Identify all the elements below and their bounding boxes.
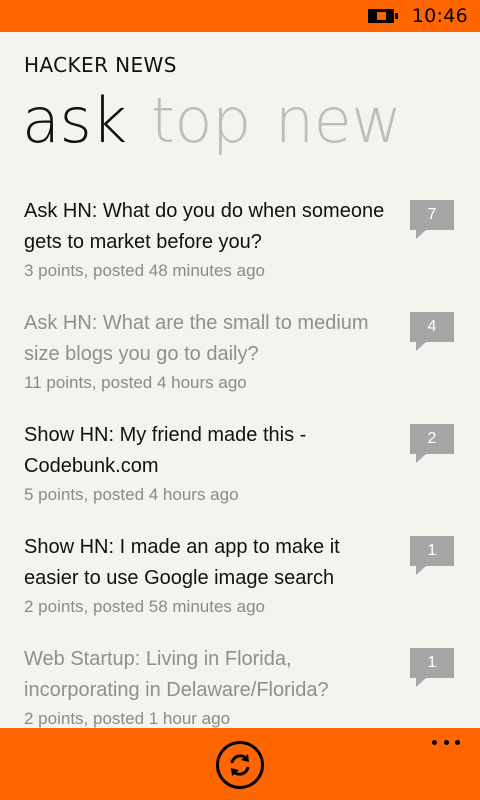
ellipsis-icon[interactable]: [432, 740, 460, 748]
comment-count-badge[interactable]: 1: [410, 648, 454, 687]
tab-ask[interactable]: ask: [22, 90, 127, 152]
story-meta: 11 points, posted 4 hours ago: [24, 373, 247, 392]
list-item[interactable]: Show HN: My friend made this - Codebunk.…: [0, 420, 480, 532]
list-item[interactable]: Ask HN: What do you do when someone gets…: [0, 196, 480, 308]
comment-count-badge[interactable]: 4: [410, 312, 454, 351]
refresh-icon: [230, 754, 250, 776]
comment-count-badge[interactable]: 7: [410, 200, 454, 239]
story-title[interactable]: Show HN: I made an app to make it easier…: [24, 532, 390, 594]
story-meta: 5 points, posted 4 hours ago: [24, 485, 239, 504]
list-item[interactable]: Web Startup: Living in Florida, incorpor…: [0, 644, 480, 728]
story-list[interactable]: Ask HN: What do you do when someone gets…: [0, 196, 480, 728]
comment-count-badge[interactable]: 1: [410, 536, 454, 575]
status-bar: 10:46: [0, 0, 480, 32]
story-meta: 2 points, posted 1 hour ago: [24, 709, 231, 728]
tab-new[interactable]: new: [275, 90, 402, 152]
list-item[interactable]: Ask HN: What are the small to medium siz…: [0, 308, 480, 420]
list-item[interactable]: Show HN: I made an app to make it easier…: [0, 532, 480, 644]
story-title[interactable]: Web Startup: Living in Florida, incorpor…: [24, 644, 390, 706]
app-title: HACKER NEWS: [24, 53, 177, 77]
story-title[interactable]: Ask HN: What do you do when someone gets…: [24, 196, 390, 258]
battery-charging-icon: [367, 9, 398, 23]
story-meta: 3 points, posted 48 minutes ago: [24, 261, 265, 280]
refresh-button[interactable]: [216, 741, 264, 789]
status-time: 10:46: [411, 5, 468, 27]
story-meta: 2 points, posted 58 minutes ago: [24, 597, 265, 616]
app-bar: [0, 728, 480, 800]
tab-top[interactable]: top: [151, 90, 252, 152]
story-title[interactable]: Ask HN: What are the small to medium siz…: [24, 308, 390, 370]
comment-count-badge[interactable]: 2: [410, 424, 454, 463]
pivot-tabs: ask top new: [22, 90, 402, 152]
story-title[interactable]: Show HN: My friend made this - Codebunk.…: [24, 420, 390, 482]
